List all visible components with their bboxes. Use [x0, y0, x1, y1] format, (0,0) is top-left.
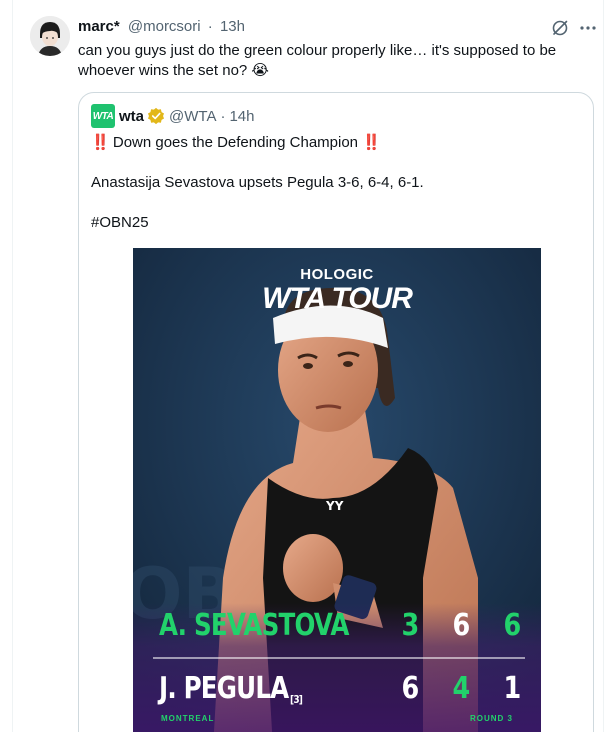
hologic-brand: HOLOGIC — [300, 266, 374, 283]
quote-headline-text: Down goes the Defending Champion — [108, 134, 363, 151]
quote-text: ‼️ Down goes the Defending Champion ‼️ A… — [91, 133, 581, 253]
round-label: ROUND 3 — [469, 714, 513, 723]
player1-set3: 6 — [503, 607, 522, 643]
tweet-header: marc* @morcsori · 13h — [78, 17, 245, 37]
player2-set2: 4 — [452, 670, 471, 706]
player1-name: A. SEVASTOVA — [159, 607, 349, 643]
player2-seed: [3] — [290, 692, 303, 706]
tweet-timestamp[interactable]: 13h — [220, 18, 245, 35]
score-divider — [153, 657, 525, 659]
quote-timestamp[interactable]: 14h — [229, 108, 254, 125]
wta-avatar[interactable]: WTA — [91, 104, 115, 128]
wta-tour-brand: WTA TOUR — [262, 282, 413, 315]
match-result-image[interactable]: OBN YY HOLOGIC WTA TOUR A. SEVASTOVA 3 6… — [133, 248, 541, 732]
quote-hashtag[interactable]: #OBN25 — [91, 213, 581, 233]
score-row-winner: A. SEVASTOVA 3 6 6 — [159, 605, 529, 645]
svg-text:YY: YY — [325, 499, 344, 513]
avatar[interactable] — [30, 16, 70, 56]
wta-logo-text: WTA — [92, 110, 114, 122]
quoted-tweet[interactable]: WTA wta @WTA · 14h ‼️ Down goes the Defe… — [78, 92, 594, 732]
grok-icon[interactable] — [550, 18, 570, 38]
double-exclamation-icon: ‼️ — [362, 134, 381, 151]
score-row-loser: J. PEGULA [3] 6 4 1 — [159, 668, 529, 708]
quote-line-headline: ‼️ Down goes the Defending Champion ‼️ — [91, 133, 581, 153]
quote-header: WTA wta @WTA · 14h — [91, 104, 255, 128]
quote-author-handle[interactable]: @WTA — [169, 108, 216, 125]
player1-set1: 3 — [401, 607, 420, 643]
quote-author-name[interactable]: wta — [119, 108, 144, 125]
player1-set2: 6 — [452, 607, 471, 643]
author-handle[interactable]: @morcsori — [128, 18, 201, 35]
location-label: MONTREAL — [161, 714, 215, 723]
quote-line-result: Anastasija Sevastova upsets Pegula 3-6, … — [91, 174, 424, 191]
player2-set3: 1 — [503, 670, 522, 706]
player2-name-text: J. PEGULA — [159, 670, 289, 706]
more-icon[interactable] — [578, 18, 598, 38]
double-exclamation-icon: ‼️ — [91, 134, 110, 151]
player2-set1: 6 — [401, 670, 420, 706]
separator-dot: · — [207, 18, 213, 35]
player2-name: J. PEGULA [3] — [159, 671, 339, 706]
tweet-text: can you guys just do the green colour pr… — [78, 42, 557, 79]
author-name[interactable]: marc* — [78, 18, 120, 35]
separator-dot: · — [220, 107, 226, 125]
verified-badge-icon — [147, 107, 165, 125]
